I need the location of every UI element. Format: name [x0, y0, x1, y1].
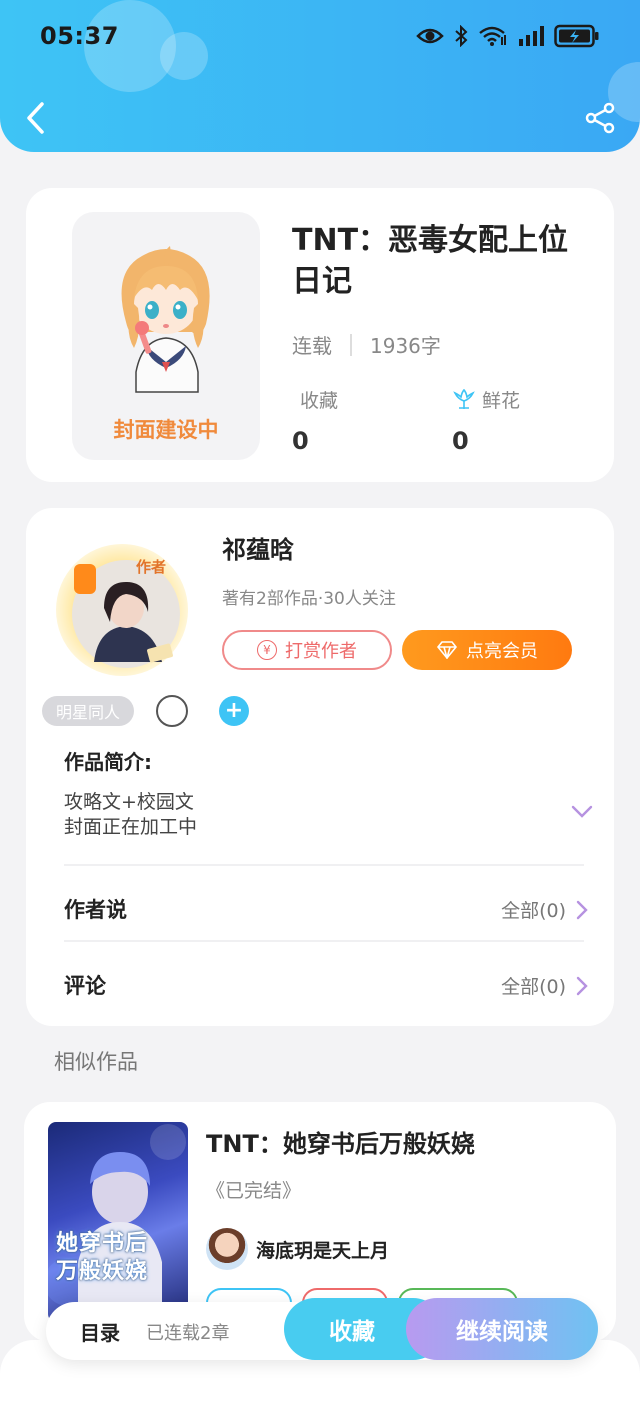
similar-cover-title: 她穿书后 万般妖娆	[56, 1230, 148, 1286]
author-avatar-badge: 作者	[136, 558, 166, 576]
tip-author-label: 打赏作者	[285, 641, 357, 662]
similar-book-author: 海底玥是天上月	[206, 1228, 389, 1270]
tag-placeholder[interactable]	[156, 695, 188, 727]
vip-button[interactable]: 点亮会员	[402, 630, 572, 670]
continue-reading-button[interactable]: 继续阅读	[406, 1298, 598, 1360]
intro-line: 攻略文+校园文	[64, 791, 194, 813]
comments-more[interactable]: 全部(0)	[501, 972, 588, 999]
chevron-down-icon[interactable]	[570, 804, 594, 820]
stat-favorites[interactable]: 收藏 0	[292, 386, 338, 455]
chapter-count: 已连载2章	[146, 1323, 230, 1344]
tip-author-button[interactable]: ¥ 打赏作者	[222, 630, 392, 670]
similar-cover-title-line: 她穿书后	[56, 1231, 149, 1256]
back-button[interactable]	[22, 100, 50, 136]
decor-bubble	[160, 32, 208, 80]
add-tag-button[interactable]: +	[219, 696, 249, 726]
author-card: 作者 祁蕴晗 著有2部作品·30人关注 ¥ 打赏作者 点亮会员 明星同人 + 作…	[26, 508, 614, 1026]
book-cover[interactable]: 封面建设中	[72, 212, 260, 460]
similar-cover-art	[48, 1124, 186, 1322]
stat-favorites-label: 收藏	[300, 390, 339, 412]
book-status: 连载	[292, 334, 332, 358]
cover-mascot-image	[121, 246, 210, 393]
book-word-count: 1936字	[370, 334, 441, 358]
book-info-card: 封面建设中 TNT：恶毒女配上位日记 连载 1936字 收藏 0 鲜花 0	[26, 188, 614, 482]
comments-count: 全部(0)	[501, 976, 566, 998]
intro-line: 封面正在加工中	[64, 816, 198, 838]
flower-icon	[453, 388, 475, 409]
divider	[64, 864, 584, 866]
similar-author-avatar	[206, 1228, 248, 1270]
status-icons	[416, 24, 600, 48]
share-button[interactable]	[584, 102, 616, 134]
cover-caption: 封面建设中	[113, 418, 219, 442]
author-name[interactable]: 祁蕴晗	[222, 530, 294, 565]
signal-icon	[519, 26, 544, 46]
stat-flowers[interactable]: 鲜花 0	[452, 386, 520, 455]
author-notes-more[interactable]: 全部(0)	[501, 896, 588, 923]
author-stats: 著有2部作品·30人关注	[222, 589, 396, 609]
author-avatar[interactable]: 作者	[54, 542, 190, 678]
diamond-icon	[436, 641, 458, 659]
similar-book-cover: 她穿书后 万般妖娆	[48, 1122, 188, 1322]
author-notes-count: 全部(0)	[501, 900, 566, 922]
stat-flowers-label: 鲜花	[482, 390, 521, 412]
similar-book-status: 《已完结》	[206, 1180, 302, 1202]
genre-tag[interactable]: 明星同人	[42, 696, 135, 726]
intro-text: 攻略文+校园文 封面正在加工中	[64, 790, 197, 840]
stat-favorites-value: 0	[292, 427, 309, 455]
bottom-action-bar: 目录 已连载2章 收藏 继续阅读	[46, 1298, 598, 1360]
similar-book-title: TNT：她穿书后万般妖娆	[206, 1130, 475, 1158]
similar-author-name: 海底玥是天上月	[256, 1239, 390, 1262]
yen-coin-icon: ¥	[257, 640, 277, 660]
wifi-icon	[479, 26, 506, 46]
eye-icon	[416, 28, 444, 44]
intro-heading: 作品简介:	[64, 750, 152, 774]
author-notes-label: 作者说	[64, 898, 127, 922]
book-title: TNT：恶毒女配上位日记	[292, 223, 569, 299]
chevron-right-icon	[576, 900, 588, 919]
similar-heading: 相似作品	[54, 1050, 138, 1074]
book-meta: 连载 1936字	[292, 330, 441, 359]
header: 05:37	[0, 0, 640, 152]
vip-button-label: 点亮会员	[466, 641, 538, 662]
stat-flowers-value: 0	[452, 427, 469, 455]
author-avatar-image: 作者	[56, 544, 188, 676]
battery-icon	[554, 24, 599, 48]
toc-button[interactable]: 目录	[80, 1317, 120, 1346]
divider	[64, 940, 584, 942]
chevron-right-icon	[576, 976, 588, 995]
meta-divider	[350, 333, 352, 356]
bluetooth-icon	[455, 25, 468, 47]
similar-cover-title-line: 万般妖娆	[56, 1259, 149, 1284]
status-time: 05:37	[40, 22, 119, 50]
comments-label: 评论	[64, 974, 106, 998]
